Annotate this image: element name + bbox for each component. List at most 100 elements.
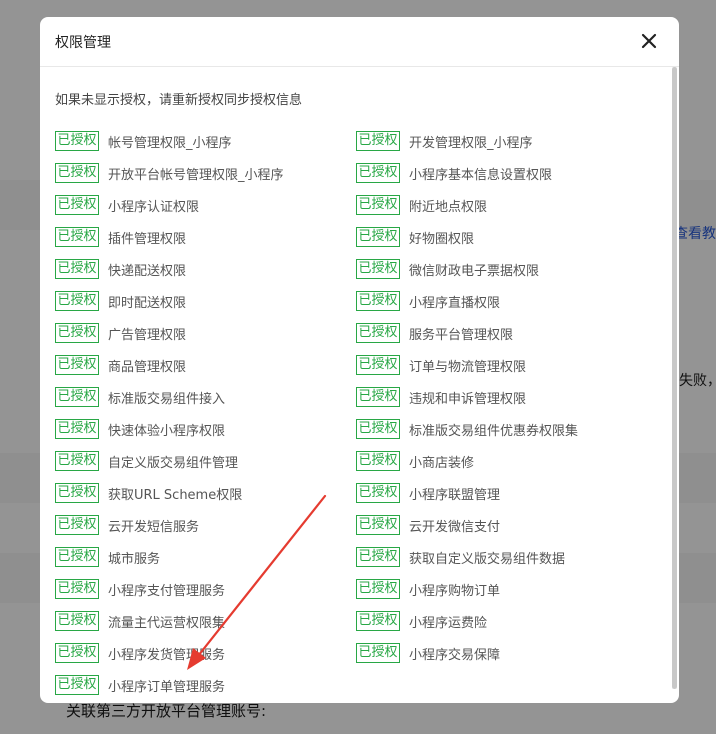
permission-item: 已授权 流量主代运营权限集	[55, 605, 356, 637]
permission-name: 流量主代运营权限集	[108, 615, 226, 631]
permission-name: 订单与物流管理权限	[409, 359, 527, 375]
permission-item: 已授权 自定义版交易组件管理	[55, 445, 356, 477]
permission-name: 小程序订单管理服务	[108, 679, 226, 695]
permission-item: 已授权 小商店装修	[356, 445, 656, 477]
permission-name: 商品管理权限	[108, 359, 187, 375]
authorized-badge: 已授权	[356, 291, 400, 311]
authorized-badge: 已授权	[356, 131, 400, 151]
permission-name: 标准版交易组件优惠券权限集	[409, 423, 579, 439]
permission-name: 帐号管理权限_小程序	[108, 135, 232, 151]
authorized-badge: 已授权	[55, 419, 99, 439]
permission-name: 获取自定义版交易组件数据	[409, 551, 566, 567]
authorized-badge: 已授权	[55, 163, 99, 183]
permission-name: 违规和申诉管理权限	[409, 391, 527, 407]
permission-name: 获取URL Scheme权限	[108, 487, 243, 503]
permission-item: 已授权 云开发短信服务	[55, 509, 356, 541]
authorized-badge: 已授权	[356, 259, 400, 279]
permission-item: 已授权 好物圈权限	[356, 221, 656, 253]
permission-name: 小程序直播权限	[409, 295, 501, 311]
authorized-badge: 已授权	[55, 323, 99, 343]
authorized-badge: 已授权	[55, 483, 99, 503]
permission-item: 已授权 商品管理权限	[55, 349, 356, 381]
authorized-badge: 已授权	[356, 227, 400, 247]
authorized-badge: 已授权	[356, 547, 400, 567]
permission-item: 已授权 违规和申诉管理权限	[356, 381, 656, 413]
permission-item: 已授权 微信财政电子票据权限	[356, 253, 656, 285]
authorized-badge: 已授权	[55, 131, 99, 151]
permission-item: 已授权 云开发微信支付	[356, 509, 656, 541]
authorized-badge: 已授权	[356, 163, 400, 183]
permission-name: 开发管理权限_小程序	[409, 135, 533, 151]
permission-name: 服务平台管理权限	[409, 327, 514, 343]
authorized-badge: 已授权	[55, 611, 99, 631]
permission-item: 已授权 小程序联盟管理	[356, 477, 656, 509]
permission-item: 已授权 小程序运费险	[356, 605, 656, 637]
permission-item: 已授权 开放平台帐号管理权限_小程序	[55, 157, 356, 189]
permission-name: 小程序运费险	[409, 615, 488, 631]
authorized-badge: 已授权	[55, 291, 99, 311]
authorized-badge: 已授权	[55, 195, 99, 215]
permission-item: 已授权 获取URL Scheme权限	[55, 477, 356, 509]
permission-name: 开放平台帐号管理权限_小程序	[108, 167, 284, 183]
permission-list: 已授权 帐号管理权限_小程序 已授权 开发管理权限_小程序 已授权 开放平台帐号管理权限_…	[55, 125, 665, 701]
permission-item: 已授权 帐号管理权限_小程序	[55, 125, 356, 157]
permission-item: 已授权 服务平台管理权限	[356, 317, 656, 349]
permission-item: 已授权 快递配送权限	[55, 253, 356, 285]
authorized-badge: 已授权	[55, 643, 99, 663]
sync-hint-text: 如果未显示授权，请重新授权同步授权信息	[55, 93, 303, 108]
permission-name: 小程序联盟管理	[409, 487, 501, 503]
permission-item: 已授权 小程序直播权限	[356, 285, 656, 317]
authorized-badge: 已授权	[55, 387, 99, 407]
authorized-badge: 已授权	[55, 451, 99, 471]
permission-name: 标准版交易组件接入	[108, 391, 226, 407]
authorized-badge: 已授权	[356, 451, 400, 471]
authorized-badge: 已授权	[356, 387, 400, 407]
permission-item: 已授权 快速体验小程序权限	[55, 413, 356, 445]
permission-name: 快递配送权限	[108, 263, 187, 279]
authorized-badge: 已授权	[356, 515, 400, 535]
permission-name: 小程序认证权限	[108, 199, 200, 215]
permission-item: 已授权 即时配送权限	[55, 285, 356, 317]
permission-item: 已授权 小程序订单管理服务	[55, 669, 356, 701]
authorized-badge: 已授权	[55, 547, 99, 567]
permission-name: 自定义版交易组件管理	[108, 455, 239, 471]
authorized-badge: 已授权	[356, 483, 400, 503]
close-icon[interactable]	[639, 31, 659, 51]
permission-name: 附近地点权限	[409, 199, 488, 215]
permission-item: 已授权 小程序交易保障	[356, 637, 656, 669]
permission-name: 小程序发货管理服务	[108, 647, 226, 663]
permission-item: 已授权 标准版交易组件接入	[55, 381, 356, 413]
permission-name: 即时配送权限	[108, 295, 187, 311]
authorized-badge: 已授权	[356, 579, 400, 599]
permission-name: 小程序支付管理服务	[108, 583, 226, 599]
permission-item: 已授权 订单与物流管理权限	[356, 349, 656, 381]
permission-item: 已授权 附近地点权限	[356, 189, 656, 221]
permission-name: 云开发微信支付	[409, 519, 501, 535]
authorized-badge: 已授权	[55, 675, 99, 695]
permission-name: 好物圈权限	[409, 231, 475, 247]
permission-item: 已授权 小程序购物订单	[356, 573, 656, 605]
dialog-header: 权限管理	[40, 17, 679, 67]
permission-name: 快速体验小程序权限	[108, 423, 226, 439]
authorized-badge: 已授权	[356, 419, 400, 439]
permission-item: 已授权 小程序基本信息设置权限	[356, 157, 656, 189]
permission-name: 微信财政电子票据权限	[409, 263, 540, 279]
permission-name: 小程序基本信息设置权限	[409, 167, 553, 183]
authorized-badge: 已授权	[356, 611, 400, 631]
permission-name: 云开发短信服务	[108, 519, 200, 535]
authorized-badge: 已授权	[55, 579, 99, 599]
authorized-badge: 已授权	[356, 195, 400, 215]
permission-name: 小程序交易保障	[409, 647, 501, 663]
permission-item: 已授权 获取自定义版交易组件数据	[356, 541, 656, 573]
dialog-body: 如果未显示授权，请重新授权同步授权信息 已授权 帐号管理权限_小程序 已授权 开发管理…	[40, 67, 673, 703]
permission-item: 已授权 插件管理权限	[55, 221, 356, 253]
authorized-badge: 已授权	[356, 323, 400, 343]
authorized-badge: 已授权	[356, 355, 400, 375]
permission-item: 已授权 小程序发货管理服务	[55, 637, 356, 669]
permission-dialog: 权限管理 如果未显示授权，请重新授权同步授权信息 已授权 帐号管理权限_小程序 已授…	[40, 17, 679, 703]
authorized-badge: 已授权	[55, 259, 99, 279]
authorized-badge: 已授权	[55, 227, 99, 247]
permission-item: 已授权 小程序支付管理服务	[55, 573, 356, 605]
permission-name: 广告管理权限	[108, 327, 187, 343]
permission-name: 小商店装修	[409, 455, 475, 471]
